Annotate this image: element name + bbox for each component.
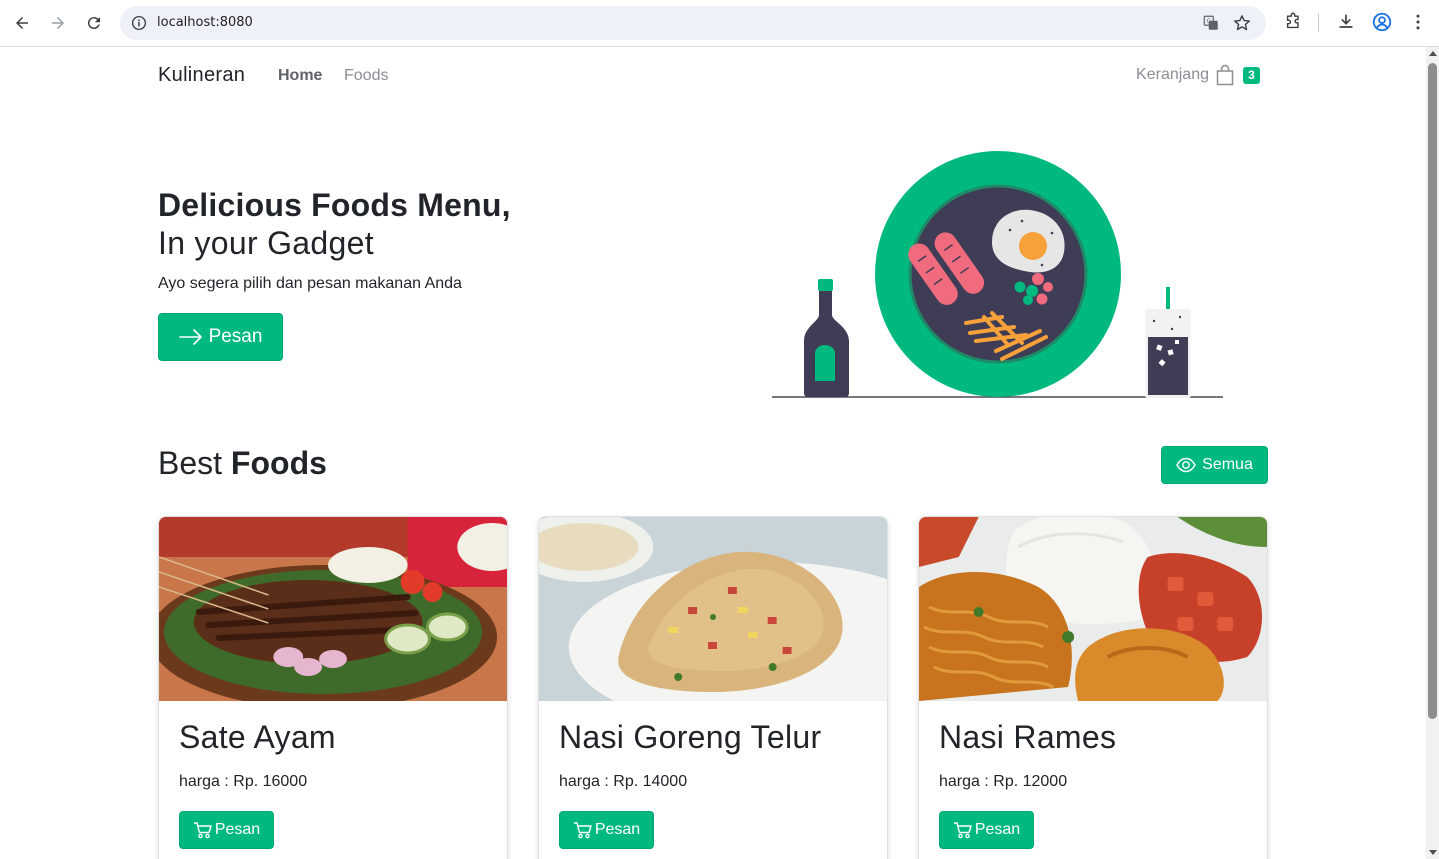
arrow-right-icon bbox=[178, 329, 202, 345]
view-all-button[interactable]: Semua bbox=[1161, 446, 1268, 484]
top-navbar: Kulineran Home Foods Keranjang 3 bbox=[158, 61, 1268, 91]
cart-icon bbox=[573, 822, 592, 839]
food-name: Nasi Rames bbox=[939, 719, 1117, 755]
eye-icon bbox=[1176, 457, 1196, 473]
hero-subtitle: In your Gadget bbox=[158, 225, 374, 261]
food-card: Nasi Rames harga : Rp. 12000 Pesan bbox=[918, 516, 1268, 859]
food-name: Sate Ayam bbox=[179, 719, 336, 755]
sauce-bottle-icon bbox=[804, 279, 849, 397]
order-button[interactable]: Pesan bbox=[939, 811, 1034, 849]
food-card: Sate Ayam harga : Rp. 16000 Pesan bbox=[158, 516, 508, 859]
download-icon[interactable] bbox=[1334, 10, 1358, 34]
cart-icon bbox=[953, 822, 972, 839]
url-text[interactable]: localhost:8080 bbox=[157, 15, 253, 30]
nav-link-home[interactable]: Home bbox=[278, 67, 322, 85]
scroll-up-icon[interactable] bbox=[1429, 51, 1437, 56]
hero-description: Ayo segera pilih dan pesan makanan Anda bbox=[158, 275, 462, 292]
order-button-label: Pesan bbox=[974, 821, 1021, 838]
profile-icon[interactable] bbox=[1370, 10, 1394, 34]
info-icon[interactable] bbox=[130, 14, 148, 32]
browser-toolbar: localhost:8080 G bbox=[0, 0, 1439, 47]
brand-logo[interactable]: Kulineran bbox=[158, 64, 245, 87]
best-foods-heading: Best Foods bbox=[158, 445, 327, 482]
cart-link[interactable]: Keranjang 3 bbox=[1136, 64, 1260, 86]
reload-icon[interactable] bbox=[80, 9, 108, 37]
menu-icon[interactable] bbox=[1406, 10, 1430, 34]
order-button-label: Pesan bbox=[214, 821, 261, 838]
food-price: harga : Rp. 14000 bbox=[559, 773, 688, 790]
cart-icon bbox=[193, 822, 212, 839]
extensions-icon[interactable] bbox=[1281, 10, 1305, 34]
food-image-nasi-goreng-telur bbox=[539, 517, 887, 701]
order-button-label: Pesan bbox=[594, 821, 641, 838]
nav-link-foods[interactable]: Foods bbox=[344, 67, 388, 85]
page-scrollbar[interactable] bbox=[1426, 47, 1439, 859]
hero-title: Delicious Foods Menu, bbox=[158, 187, 511, 223]
cart-count-badge: 3 bbox=[1243, 66, 1260, 84]
page-content: Kulineran Home Foods Keranjang 3 Delicio… bbox=[0, 47, 1426, 859]
hero-order-label: Pesan bbox=[208, 326, 263, 347]
forward-icon[interactable] bbox=[44, 9, 72, 37]
view-all-label: Semua bbox=[1202, 456, 1253, 473]
star-icon[interactable] bbox=[1232, 13, 1252, 33]
food-name: Nasi Goreng Telur bbox=[559, 719, 822, 755]
food-image-sate-ayam bbox=[159, 517, 507, 701]
address-bar[interactable]: localhost:8080 G bbox=[120, 6, 1266, 40]
order-button[interactable]: Pesan bbox=[179, 811, 274, 849]
best-foods-prefix: Best bbox=[158, 445, 223, 481]
drink-glass-icon bbox=[1145, 287, 1191, 398]
order-button[interactable]: Pesan bbox=[559, 811, 654, 849]
food-price: harga : Rp. 12000 bbox=[939, 773, 1068, 790]
bag-icon bbox=[1216, 64, 1234, 86]
best-foods-bold: Foods bbox=[230, 445, 327, 481]
food-card: Nasi Goreng Telur harga : Rp. 14000 Pesa… bbox=[538, 516, 888, 859]
translate-icon[interactable]: G bbox=[1202, 14, 1220, 32]
plate-icon bbox=[875, 151, 1121, 397]
svg-text:G: G bbox=[1207, 18, 1212, 25]
scroll-thumb[interactable] bbox=[1428, 63, 1437, 719]
toolbar-divider bbox=[1318, 14, 1319, 32]
food-plate-illustration bbox=[772, 151, 1223, 398]
food-image-nasi-rames bbox=[919, 517, 1267, 701]
hero-order-button[interactable]: Pesan bbox=[158, 313, 283, 361]
back-icon[interactable] bbox=[8, 9, 36, 37]
cart-label: Keranjang bbox=[1136, 66, 1209, 83]
scroll-down-icon[interactable] bbox=[1429, 850, 1437, 855]
food-price: harga : Rp. 16000 bbox=[179, 773, 308, 790]
